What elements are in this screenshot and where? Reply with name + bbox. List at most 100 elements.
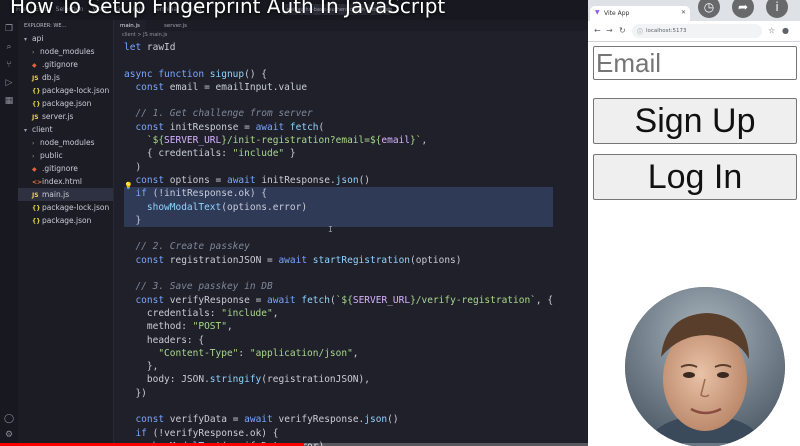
code-line[interactable] xyxy=(124,94,553,107)
code-token: initResponse. xyxy=(261,174,336,186)
tree-item[interactable]: JS db.js xyxy=(18,71,113,84)
code-line[interactable]: }, xyxy=(124,360,553,373)
tree-item-label: public xyxy=(40,151,63,160)
code-token: email xyxy=(381,135,411,147)
code-token: email = emailInput.value xyxy=(169,81,308,93)
code-token: (!verifyResponse.ok) { xyxy=(152,427,279,439)
lightbulb-icon[interactable]: 💡 xyxy=(124,183,133,190)
code-line[interactable]: const verifyResponse = await fetch(`${SE… xyxy=(124,294,553,307)
code-line[interactable]: body: JSON.stringify(registrationJSON), xyxy=(124,373,553,386)
explorer-panel: EXPLORER: WE... ▾ api › node_modules ◆ .gitig… xyxy=(18,20,114,446)
code-line[interactable]: const email = emailInput.value xyxy=(124,81,553,94)
tree-item[interactable]: ▾ api xyxy=(18,32,113,45)
code-token: await xyxy=(255,121,290,133)
code-line[interactable]: if (!initResponse.ok) { xyxy=(124,187,554,201)
close-tab-icon[interactable]: ✕ xyxy=(681,9,686,16)
code-token: let xyxy=(124,42,147,53)
tree-item[interactable]: ◆ .gitignore xyxy=(18,58,113,71)
tree-item[interactable]: JS server.js xyxy=(18,110,113,123)
code-line[interactable]: // 3. Save passkey in DB xyxy=(124,280,553,293)
tree-item-label: package-lock.json xyxy=(42,86,110,95)
code-token: async function xyxy=(124,68,210,80)
tree-item[interactable]: {}package-lock.json xyxy=(18,84,113,97)
code-line[interactable]: method: "POST", xyxy=(124,320,553,333)
code-line[interactable]: `${SERVER_URL}/init-registration?email=$… xyxy=(124,134,553,147)
url-text: localhost:5173 xyxy=(646,28,687,34)
code-line[interactable]: }) xyxy=(124,387,553,400)
forward-icon[interactable]: → xyxy=(606,26,613,35)
code-line[interactable]: // 2. Create passkey xyxy=(124,240,553,253)
reload-icon[interactable]: ↻ xyxy=(619,26,626,35)
code-line[interactable]: "Content-Type": "application/json", xyxy=(124,347,553,360)
tree-item[interactable]: › public xyxy=(18,149,113,162)
tree-item[interactable]: ◆ .gitignore xyxy=(18,162,113,175)
code-token: }, xyxy=(124,361,159,373)
code-line[interactable] xyxy=(124,267,553,280)
code-line[interactable]: // 1. Get challenge from server xyxy=(124,107,553,120)
code-token: ( xyxy=(318,121,325,133)
tree-item[interactable]: {}package.json xyxy=(18,97,113,110)
code-line[interactable]: async function signup() { xyxy=(124,68,553,81)
files-icon[interactable]: ❐ xyxy=(4,24,14,34)
breadcrumb[interactable]: client > JS main.js xyxy=(114,31,588,40)
code-token: () xyxy=(358,174,371,186)
code-token: // 2. Create passkey xyxy=(124,241,250,253)
email-input[interactable] xyxy=(593,46,797,80)
sign-up-button[interactable]: Sign Up xyxy=(593,98,797,144)
tree-item[interactable]: ▾ client xyxy=(18,123,113,136)
url-bar[interactable]: ⓘ localhost:5173 xyxy=(632,24,762,38)
code-token: const xyxy=(135,121,170,133)
settings-gear-icon[interactable]: ⚙ xyxy=(4,430,14,440)
code-token: initResponse = xyxy=(169,121,256,133)
code-token: credentials: xyxy=(124,307,222,319)
code-token: signup xyxy=(209,68,245,80)
file-tree: ▾ api › node_modules ◆ .gitignore JS db.js {}pac… xyxy=(18,32,113,227)
tree-item[interactable]: {}package-lock.json xyxy=(18,201,113,214)
tree-item[interactable]: JS main.js xyxy=(18,188,113,201)
tree-item[interactable]: <>index.html xyxy=(18,175,113,188)
code-token: "include" xyxy=(232,148,285,160)
editor-tabs: main.js server.js xyxy=(114,20,588,31)
code-line[interactable]: const options = await initResponse.json(… xyxy=(124,174,553,187)
code-line[interactable]: const registrationJSON = await startRegi… xyxy=(124,254,553,267)
tree-item[interactable]: {}package.json xyxy=(18,214,113,227)
run-debug-icon[interactable]: ▷ xyxy=(4,78,14,88)
browser-tab[interactable]: ▼ Vite App ✕ xyxy=(590,6,690,21)
code-token: (options) xyxy=(410,254,462,266)
code-line[interactable]: headers: { xyxy=(124,334,553,347)
account-icon[interactable]: ◯ xyxy=(4,414,14,424)
tree-item-label: api xyxy=(32,34,44,43)
search-icon[interactable]: ⌕ xyxy=(4,42,14,52)
code-line[interactable]: const initResponse = await fetch( xyxy=(124,121,553,134)
code-line[interactable]: { credentials: "include" } xyxy=(124,147,553,160)
code-editor[interactable]: main.js server.js client > JS main.js let… xyxy=(114,20,588,446)
tree-item[interactable]: › node_modules xyxy=(18,45,113,58)
source-control-icon[interactable]: ⑂ xyxy=(4,60,14,70)
code-token: } xyxy=(284,148,296,160)
code-line[interactable]: ) xyxy=(124,161,553,174)
tree-item[interactable]: › node_modules xyxy=(18,136,113,149)
code-line[interactable]: credentials: "include", xyxy=(124,307,553,320)
back-icon[interactable]: ← xyxy=(594,26,601,35)
code-line[interactable] xyxy=(124,54,553,67)
code-token: options = xyxy=(169,174,227,186)
profile-icon[interactable]: ● xyxy=(782,26,789,35)
code-line[interactable]: const verifyData = await verifyResponse.… xyxy=(124,413,553,426)
code-token: method: xyxy=(124,321,193,333)
code-line[interactable]: } xyxy=(124,213,554,228)
code-line[interactable]: let rawId xyxy=(124,41,553,54)
code-line[interactable] xyxy=(124,400,553,413)
code-token: // 3. Save passkey in DB xyxy=(124,281,273,293)
code-line[interactable]: showModalText(options.error) xyxy=(124,200,554,214)
extensions-icon[interactable]: ▦ xyxy=(4,96,14,106)
editor-tab[interactable]: main.js xyxy=(114,20,146,31)
code-line[interactable] xyxy=(124,227,553,240)
editor-tab[interactable]: server.js xyxy=(158,20,193,31)
bookmark-star-icon[interactable]: ☆ xyxy=(768,26,775,35)
code-line[interactable]: if (!verifyResponse.ok) { xyxy=(124,427,553,440)
site-info-icon[interactable]: ⓘ xyxy=(637,27,643,36)
code-token: ) xyxy=(124,161,142,173)
code-token: registrationJSON = xyxy=(169,254,279,266)
log-in-button[interactable]: Log In xyxy=(593,154,797,200)
code-content[interactable]: let rawId async function signup() { cons… xyxy=(124,41,554,446)
